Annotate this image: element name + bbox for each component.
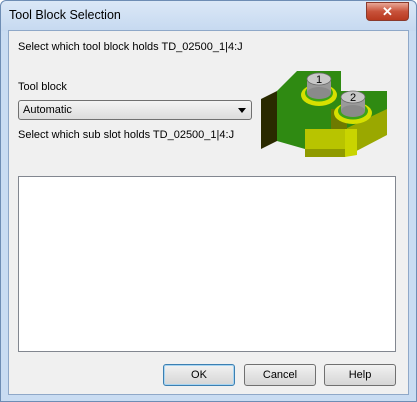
tool-block-select[interactable]: Automatic: [18, 100, 252, 120]
ok-button[interactable]: OK: [163, 364, 235, 386]
window-title: Tool Block Selection: [9, 8, 121, 22]
close-icon: ✕: [382, 4, 393, 19]
cancel-button[interactable]: Cancel: [244, 364, 316, 386]
close-button[interactable]: ✕: [366, 2, 409, 21]
tool-block-value: Automatic: [23, 104, 72, 116]
slot-1-label: 1: [316, 74, 322, 86]
title-bar: Tool Block Selection ✕: [1, 1, 416, 31]
sub-slot-prompt: Select which sub slot holds TD_02500_1|4…: [18, 129, 235, 141]
help-button[interactable]: Help: [324, 364, 396, 386]
chevron-down-icon: [238, 108, 246, 113]
slot-2-label: 2: [350, 92, 356, 104]
dialog-body: Select which tool block holds TD_02500_1…: [8, 30, 409, 395]
dialog-window: Tool Block Selection ✕ Select which tool…: [0, 0, 417, 402]
sub-slot-list[interactable]: [18, 176, 396, 352]
tool-block-preview[interactable]: 1 2: [259, 69, 397, 161]
tool-block-label: Tool block: [18, 81, 67, 93]
tool-block-prompt: Select which tool block holds TD_02500_1…: [18, 41, 243, 53]
